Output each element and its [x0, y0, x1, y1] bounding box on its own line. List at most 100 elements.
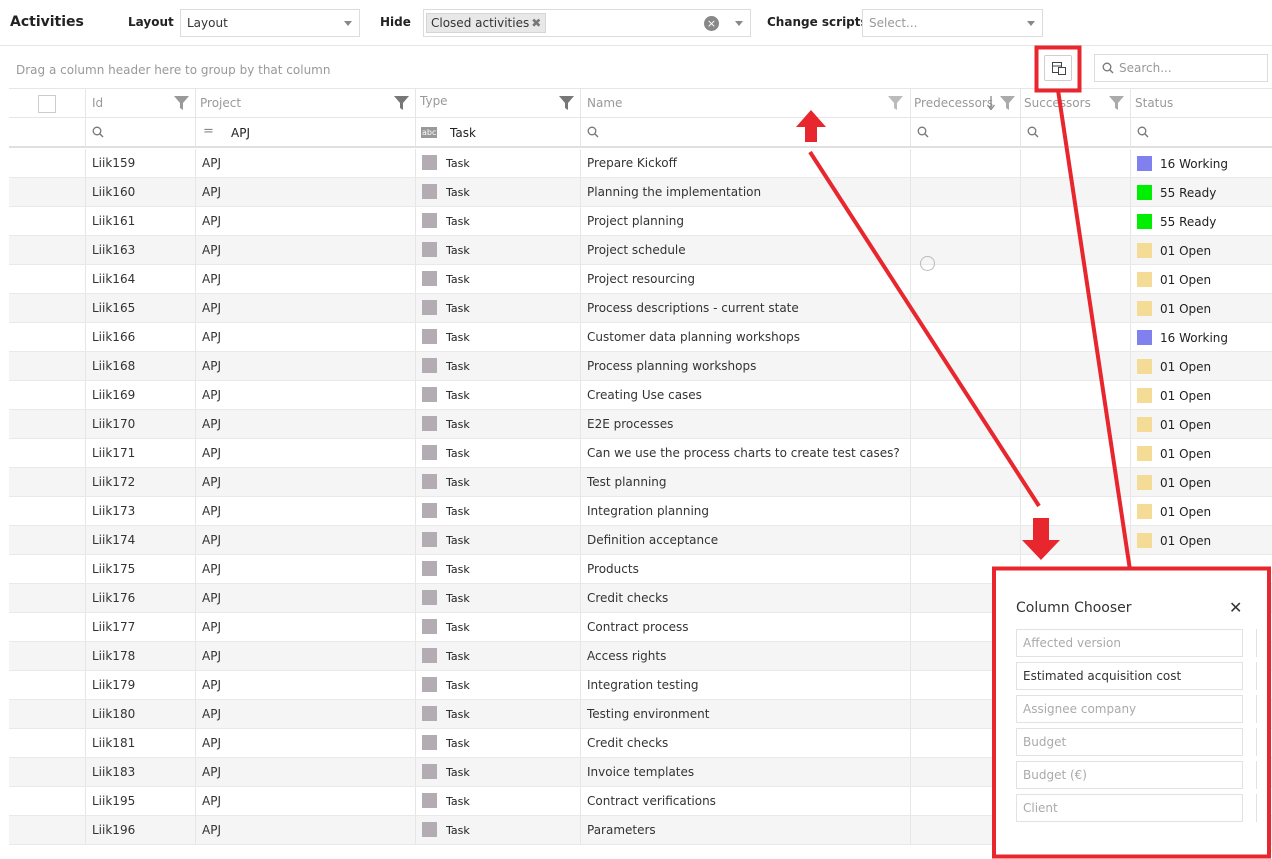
id-value: Liik171 — [92, 446, 136, 460]
column-header-project[interactable]: Project — [196, 89, 416, 117]
cell-id: Liik173 — [86, 497, 196, 525]
hide-select[interactable]: Closed activities ✖ × — [423, 9, 751, 37]
group-panel-hint[interactable]: Drag a column header here to group by th… — [16, 63, 330, 77]
table-row[interactable]: Liik165 APJ Task Process descriptions - cur… — [9, 294, 1272, 323]
project-value: APJ — [202, 533, 221, 547]
table-row[interactable]: Liik171 APJ Task Can we use the process cha… — [9, 439, 1272, 468]
select-all-checkbox[interactable] — [38, 95, 56, 113]
cell-pred — [911, 178, 1021, 206]
filter-cell-select — [9, 118, 86, 146]
cell-succ — [1021, 410, 1131, 438]
grid-search[interactable] — [1094, 54, 1268, 82]
text-filter-icon[interactable]: abc — [421, 127, 438, 138]
cell-id: Liik165 — [86, 294, 196, 322]
cell-project: APJ — [196, 381, 416, 409]
filter-icon[interactable] — [394, 95, 409, 110]
table-row[interactable]: Liik169 APJ Task Creating Use cases 01 Open — [9, 381, 1272, 410]
status-value: 01 Open — [1160, 476, 1212, 490]
table-row[interactable]: Liik164 APJ Task Project resourcing 01 Open — [9, 265, 1272, 294]
filter-cell-status[interactable] — [1131, 118, 1272, 146]
column-chooser-item[interactable]: Budget (€) — [1016, 761, 1243, 789]
column-header-status[interactable]: Status — [1131, 89, 1272, 117]
name-value: Credit checks — [587, 591, 669, 605]
task-type-icon — [422, 387, 437, 402]
type-value: Task — [446, 766, 470, 779]
cell-type: Task — [416, 555, 581, 583]
filter-cell-successors[interactable] — [1021, 118, 1131, 146]
task-type-icon — [422, 242, 437, 257]
cell-succ — [1021, 381, 1131, 409]
column-header-type[interactable]: Type — [416, 89, 581, 117]
cell-project: APJ — [196, 555, 416, 583]
cell-project: APJ — [196, 352, 416, 380]
equals-icon[interactable]: = — [203, 125, 214, 138]
column-header-predecessors[interactable]: Predecessors — [911, 89, 1021, 117]
column-header-name[interactable]: Name — [581, 89, 911, 117]
column-chooser-item[interactable]: Assignee company — [1016, 695, 1243, 723]
cell-project: APJ — [196, 439, 416, 467]
table-row[interactable]: Liik170 APJ Task E2E processes 01 Open — [9, 410, 1272, 439]
id-value: Liik177 — [92, 620, 136, 634]
type-value: Task — [446, 447, 470, 460]
column-chooser-item[interactable]: Client — [1016, 794, 1243, 822]
task-type-icon — [422, 561, 437, 576]
status-value: 16 Working — [1160, 331, 1229, 345]
change-scripts-select[interactable]: Select... — [862, 9, 1043, 37]
task-type-icon — [422, 300, 437, 315]
filter-icon[interactable] — [888, 95, 903, 110]
id-value: Liik159 — [92, 156, 136, 170]
filter-icon[interactable] — [1109, 95, 1124, 110]
column-chooser-item[interactable]: Budget — [1016, 728, 1243, 756]
select-all-column — [9, 89, 86, 117]
filter-icon[interactable] — [559, 95, 574, 110]
cell-status: 01 Open — [1131, 265, 1272, 293]
table-row[interactable]: Liik172 APJ Task Test planning 01 Open — [9, 468, 1272, 497]
filter-cell-project[interactable]: = APJ — [196, 118, 416, 146]
filter-icon[interactable] — [1000, 95, 1015, 110]
table-row[interactable]: Liik159 APJ Task Prepare Kickoff 16 Working — [9, 149, 1272, 178]
cell-id: Liik161 — [86, 207, 196, 235]
filter-cell-predecessors[interactable] — [911, 118, 1021, 146]
sort-desc-icon[interactable] — [987, 96, 995, 110]
cell-type: Task — [416, 149, 581, 177]
column-chooser-item[interactable]: Affected version — [1016, 629, 1243, 657]
filter-cell-type[interactable]: abc Task — [416, 118, 581, 146]
cell-type: Task — [416, 816, 581, 844]
column-header-successors[interactable]: Successors — [1021, 89, 1131, 117]
close-icon[interactable]: ✕ — [1229, 598, 1242, 617]
task-type-icon — [422, 213, 437, 228]
table-row[interactable]: Liik174 APJ Task Definition acceptance 01 Op… — [9, 526, 1272, 555]
cell-sel — [9, 787, 86, 815]
cell-status: 01 Open — [1131, 410, 1272, 438]
table-row[interactable]: Liik163 APJ Task Project schedule 01 Open — [9, 236, 1272, 265]
clear-icon[interactable]: × — [704, 16, 719, 31]
cell-status: 55 Ready — [1131, 207, 1272, 235]
filter-icon[interactable] — [174, 95, 189, 110]
cell-type: Task — [416, 236, 581, 264]
table-row[interactable]: Liik173 APJ Task Integration planning 01 Ope… — [9, 497, 1272, 526]
cell-project: APJ — [196, 149, 416, 177]
task-type-icon — [422, 271, 437, 286]
column-chooser-button[interactable] — [1044, 55, 1072, 81]
type-value: Task — [446, 679, 470, 692]
chevron-down-icon — [735, 21, 743, 26]
search-input[interactable] — [1117, 59, 1257, 77]
layout-select[interactable]: Layout — [180, 9, 360, 37]
cell-name: E2E processes — [581, 410, 911, 438]
cell-name: Access rights — [581, 642, 911, 670]
table-row[interactable]: Liik168 APJ Task Process planning workshops… — [9, 352, 1272, 381]
cell-name: Credit checks — [581, 729, 911, 757]
filter-cell-name[interactable] — [581, 118, 911, 146]
page-title: Activities — [10, 14, 84, 30]
table-row[interactable]: Liik166 APJ Task Customer data planning wor… — [9, 323, 1272, 352]
cell-type: Task — [416, 758, 581, 786]
table-row[interactable]: Liik161 APJ Task Project planning 55 Ready — [9, 207, 1272, 236]
column-chooser-item[interactable]: Estimated acquisition cost — [1016, 662, 1243, 690]
filter-cell-id[interactable] — [86, 118, 196, 146]
cell-sel — [9, 584, 86, 612]
cell-id: Liik178 — [86, 642, 196, 670]
table-row[interactable]: Liik160 APJ Task Planning the implementatio… — [9, 178, 1272, 207]
column-header-id[interactable]: Id — [86, 89, 196, 117]
id-value: Liik160 — [92, 185, 136, 199]
remove-chip-icon[interactable]: ✖ — [531, 14, 541, 32]
